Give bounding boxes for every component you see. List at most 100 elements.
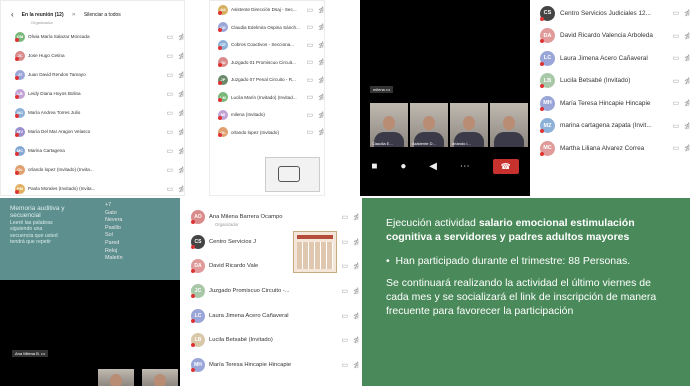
- camera-off-icon[interactable]: ▭: [673, 122, 680, 130]
- mic-off-icon[interactable]: ⋬: [318, 76, 324, 84]
- back-arrow-icon[interactable]: ‹: [11, 10, 14, 19]
- participant-row[interactable]: CE Claudia Edelmira Ospina Sánch... ▭ ⋬: [210, 19, 324, 37]
- mic-off-icon[interactable]: ⋬: [318, 111, 324, 119]
- mic-off-icon[interactable]: ⋬: [178, 128, 184, 136]
- video-tile[interactable]: orlando l...: [450, 103, 488, 147]
- participant-row[interactable]: LC Laura Jimena Acero Cañaveral ▭ ⋬: [185, 303, 359, 328]
- mic-off-icon[interactable]: ⋬: [318, 23, 324, 31]
- camera-off-icon[interactable]: ▭: [673, 99, 680, 107]
- camera-off-icon[interactable]: ▭: [307, 111, 314, 119]
- camera-off-icon[interactable]: ▭: [307, 23, 314, 31]
- mic-off-icon[interactable]: ⋬: [684, 77, 690, 85]
- participant-row[interactable]: MC Martha Liliana Alvarez Correa ▭ ⋬: [534, 137, 690, 160]
- participant-row[interactable]: JU Juzgado 01 Promiscuo Circuit... ▭ ⋬: [210, 54, 324, 72]
- more-options-icon[interactable]: ⋯: [460, 161, 470, 172]
- participant-row[interactable]: JC Jose Hugo Cetina ▭ ⋬: [1, 46, 184, 65]
- video-tile[interactable]: [142, 369, 178, 386]
- camera-off-icon[interactable]: ▭: [673, 54, 680, 62]
- participant-row[interactable]: MZ marina cartagena zapata (Invit... ▭ ⋬: [534, 115, 690, 138]
- video-tile[interactable]: [98, 369, 134, 386]
- participant-row[interactable]: LB Leidy Diana Hoyos Bolina ▭ ⋬: [1, 84, 184, 103]
- participant-row[interactable]: LB Lucila Betsabé (Invitado) ▭ ⋬: [534, 70, 690, 93]
- mic-off-icon[interactable]: ⋬: [318, 93, 324, 101]
- camera-off-icon[interactable]: ▭: [167, 33, 174, 41]
- participant-row[interactable]: JC Juzgado Promiscuo Circuito -... ▭ ⋬: [185, 279, 359, 304]
- camera-off-icon[interactable]: ▭: [307, 93, 314, 101]
- mic-off-icon[interactable]: ⋬: [684, 54, 690, 62]
- mic-off-icon[interactable]: ⋬: [684, 99, 690, 107]
- camera-off-icon[interactable]: ▭: [167, 52, 174, 60]
- mic-off-icon[interactable]: ⋬: [353, 262, 359, 270]
- mic-off-icon[interactable]: ⋬: [318, 58, 324, 66]
- camera-off-icon[interactable]: ▭: [342, 213, 349, 221]
- camera-off-icon[interactable]: ▭: [307, 6, 314, 14]
- camera-off-icon[interactable]: ▭: [342, 287, 349, 295]
- camera-icon[interactable]: ■: [371, 161, 377, 172]
- shared-content-thumbnail[interactable]: [265, 157, 320, 192]
- participant-row[interactable]: MI milena (Invitado) ▭ ⋬: [210, 106, 324, 124]
- mic-off-icon[interactable]: ⋬: [178, 109, 184, 117]
- participant-row[interactable]: OM Olivia María Salazar Moncada ▭ ⋬: [1, 27, 184, 46]
- participant-row[interactable]: OL orlando lopez (Invitado) ▭ ⋬: [210, 124, 324, 142]
- camera-off-icon[interactable]: ▭: [673, 9, 680, 17]
- camera-off-icon[interactable]: ▭: [342, 336, 349, 344]
- mic-off-icon[interactable]: ⋬: [353, 213, 359, 221]
- camera-off-icon[interactable]: ▭: [167, 185, 174, 193]
- camera-off-icon[interactable]: ▭: [342, 361, 349, 369]
- camera-off-icon[interactable]: ▭: [342, 262, 349, 270]
- camera-off-icon[interactable]: ▭: [673, 32, 680, 40]
- mic-off-icon[interactable]: ⋬: [353, 287, 359, 295]
- participant-row[interactable]: JP Juzgado 07 Penal Circuito - R... ▭ ⋬: [210, 71, 324, 89]
- camera-off-icon[interactable]: ▭: [167, 166, 174, 174]
- participant-row[interactable]: MH María Teresa Hincapie Hincapie ▭ ⋬: [185, 353, 359, 378]
- video-tile[interactable]: [490, 103, 528, 147]
- mic-off-icon[interactable]: ⋬: [178, 147, 184, 155]
- mic-off-icon[interactable]: ⋬: [178, 52, 184, 60]
- participant-row[interactable]: OL orlando lopez (Invitado) (Invita... ▭ ⋬: [1, 160, 184, 179]
- participant-row[interactable]: DA David Ricardo Valencia Arboleda ▭ ⋬: [534, 25, 690, 48]
- video-tile[interactable]: Claudia E...: [370, 103, 408, 147]
- participant-row[interactable]: LC Laura Jimena Acero Cañaveral ▭ ⋬: [534, 47, 690, 70]
- calendar-thumbnail[interactable]: [293, 231, 337, 273]
- speaker-icon[interactable]: ◀: [429, 161, 437, 172]
- camera-off-icon[interactable]: ▭: [673, 144, 680, 152]
- mic-off-icon[interactable]: ⋬: [178, 166, 184, 174]
- camera-off-icon[interactable]: ▭: [307, 76, 314, 84]
- camera-off-icon[interactable]: ▭: [167, 109, 174, 117]
- mic-off-icon[interactable]: ⋬: [178, 185, 184, 193]
- participant-row[interactable]: AO Ana Milena Barrera Ocampo ▭ ⋬: [185, 205, 359, 230]
- mic-off-icon[interactable]: ⋬: [318, 6, 324, 14]
- mic-off-icon[interactable]: ⋬: [684, 9, 690, 17]
- participant-row[interactable]: LM Lucila Marín (Invitado) (Invitad... ▭ ⋬: [210, 89, 324, 107]
- camera-off-icon[interactable]: ▭: [307, 128, 314, 136]
- participant-row[interactable]: CS Centro Servicios Judiciales 12... ▭ ⋬: [534, 2, 690, 25]
- microphone-icon[interactable]: ●: [400, 161, 406, 172]
- participant-row[interactable]: MH María Teresa Hincapie Hincapie ▭ ⋬: [534, 92, 690, 115]
- camera-off-icon[interactable]: ▭: [307, 58, 314, 66]
- participant-row[interactable]: PM Paola Morales (Invitado) (Invita... ▭ ⋬: [1, 179, 184, 195]
- participant-row[interactable]: AS Asistente Dirección Dsaj - Sec... ▭ ⋬: [210, 1, 324, 19]
- mic-off-icon[interactable]: ⋬: [684, 122, 690, 130]
- camera-off-icon[interactable]: ▭: [673, 77, 680, 85]
- camera-off-icon[interactable]: ▭: [342, 312, 349, 320]
- mic-off-icon[interactable]: ⋬: [178, 33, 184, 41]
- mic-off-icon[interactable]: ⋬: [318, 128, 324, 136]
- mic-off-icon[interactable]: ⋬: [684, 144, 690, 152]
- mic-off-icon[interactable]: ⋬: [684, 32, 690, 40]
- camera-off-icon[interactable]: ▭: [167, 128, 174, 136]
- mic-off-icon[interactable]: ⋬: [353, 312, 359, 320]
- participant-row[interactable]: MC Marina Cartagena ▭ ⋬: [1, 141, 184, 160]
- participant-row[interactable]: MJ María Andrea Torres Julio ▭ ⋬: [1, 103, 184, 122]
- participant-row[interactable]: JT Juan David Rendon Tamayo ▭ ⋬: [1, 65, 184, 84]
- mic-off-icon[interactable]: ⋬: [178, 71, 184, 79]
- mic-off-icon[interactable]: ⋬: [353, 336, 359, 344]
- mic-off-icon[interactable]: ⋬: [178, 90, 184, 98]
- camera-off-icon[interactable]: ▭: [167, 71, 174, 79]
- video-tile[interactable]: Asistente D...: [410, 103, 448, 147]
- participant-row[interactable]: CE Cobros Coactivos - Secciona... ▭ ⋬: [210, 36, 324, 54]
- participant-row[interactable]: LB Lucila Betsabé (Invitado) ▭ ⋬: [185, 328, 359, 353]
- participant-row[interactable]: MV María Del Mar Aragon Velasco ▭ ⋬: [1, 122, 184, 141]
- camera-off-icon[interactable]: ▭: [167, 90, 174, 98]
- camera-off-icon[interactable]: ▭: [167, 147, 174, 155]
- end-call-button[interactable]: ☎: [492, 158, 519, 174]
